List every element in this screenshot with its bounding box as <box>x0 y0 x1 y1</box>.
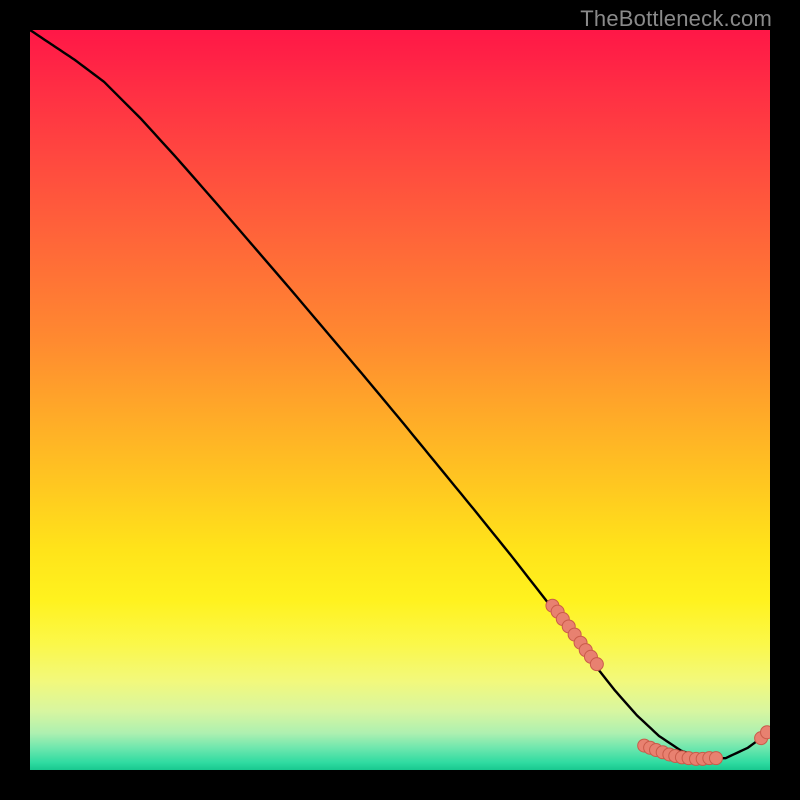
data-marker <box>761 726 770 739</box>
data-marker <box>590 658 603 671</box>
curve-layer <box>30 30 770 770</box>
plot-area <box>30 30 770 770</box>
data-markers <box>546 599 770 765</box>
chart-stage: TheBottleneck.com <box>0 0 800 800</box>
bottleneck-curve <box>30 30 770 758</box>
watermark-label: TheBottleneck.com <box>580 6 772 32</box>
data-marker <box>709 752 722 765</box>
